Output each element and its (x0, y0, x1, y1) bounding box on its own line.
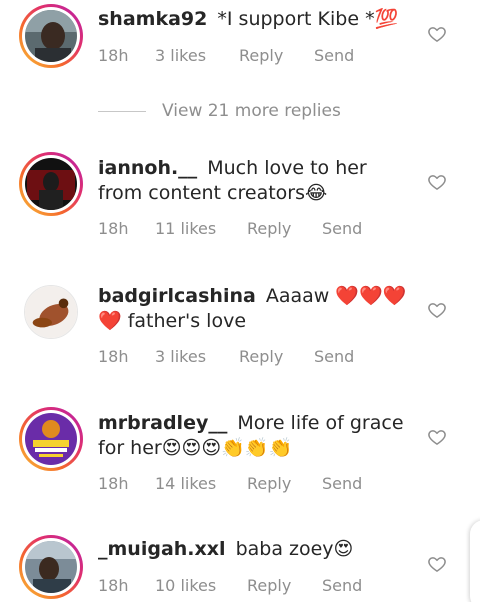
send-button[interactable]: Send (322, 473, 362, 495)
reply-button[interactable]: Reply (247, 218, 322, 240)
heart-outline-icon[interactable] (427, 24, 447, 44)
comment-username[interactable]: badgirlcashina (98, 285, 256, 307)
avatar[interactable] (19, 4, 83, 68)
comment-text: _muigah.xxl baba zoey😍 (98, 537, 408, 562)
comment-likes[interactable]: 3 likes (155, 346, 239, 368)
avatar[interactable] (19, 407, 83, 471)
comment-username[interactable]: shamka92 (98, 8, 207, 30)
divider-line (98, 110, 146, 112)
heart-outline-icon[interactable] (427, 427, 447, 447)
comment-meta: 18h 3 likes Reply Send (98, 346, 354, 368)
comment-item: iannoh.__ Much love to her from content … (0, 150, 480, 250)
avatar[interactable] (19, 535, 83, 599)
comment-item: mrbradley__ More life of grace for her😍😍… (0, 406, 480, 506)
comment-username[interactable]: _muigah.xxl (98, 538, 226, 560)
avatar[interactable] (19, 152, 83, 216)
comment-text: mrbradley__ More life of grace for her😍😍… (98, 411, 408, 461)
comment-text: iannoh.__ Much love to her from content … (98, 156, 408, 206)
heart-outline-icon[interactable] (427, 300, 447, 320)
comment-time: 18h (98, 219, 129, 238)
comment-time: 18h (98, 46, 129, 65)
comment-username[interactable]: mrbradley__ (98, 412, 227, 434)
comment-text: shamka92 *I support Kibe *💯 (98, 7, 408, 32)
send-button[interactable]: Send (314, 346, 354, 368)
reply-button[interactable]: Reply (247, 473, 322, 495)
comment-meta: 18h 11 likes Reply Send (98, 218, 362, 240)
comment-item: _muigah.xxl baba zoey😍 18h 10 likes Reply S… (0, 533, 480, 602)
reply-button[interactable]: Reply (239, 45, 314, 67)
reply-button[interactable]: Reply (247, 575, 322, 597)
comment-body: baba zoey😍 (235, 538, 354, 560)
view-more-replies-label: View 21 more replies (162, 101, 341, 121)
edge-panel (470, 520, 480, 602)
comment-likes[interactable]: 3 likes (155, 45, 239, 67)
comment-text: badgirlcashina Aaaaw ❤️❤️❤️❤️ father's l… (98, 284, 408, 334)
comment-time: 18h (98, 347, 129, 366)
comment-likes[interactable]: 11 likes (155, 218, 247, 240)
send-button[interactable]: Send (322, 218, 362, 240)
comment-time: 18h (98, 474, 129, 493)
send-button[interactable]: Send (322, 575, 362, 597)
comment-body: *I support Kibe *💯 (217, 8, 399, 30)
comment-likes[interactable]: 14 likes (155, 473, 247, 495)
heart-outline-icon[interactable] (427, 554, 447, 574)
comment-username[interactable]: iannoh.__ (98, 157, 197, 179)
heart-outline-icon[interactable] (427, 172, 447, 192)
send-button[interactable]: Send (314, 45, 354, 67)
comment-time: 18h (98, 576, 129, 595)
comment-meta: 18h 10 likes Reply Send (98, 575, 362, 597)
comment-item: badgirlcashina Aaaaw ❤️❤️❤️❤️ father's l… (0, 278, 480, 378)
comment-likes[interactable]: 10 likes (155, 575, 247, 597)
comment-meta: 18h 3 likes Reply Send (98, 45, 354, 67)
comment-item: shamka92 *I support Kibe *💯 18h 3 likes Re… (0, 0, 480, 80)
avatar[interactable] (19, 280, 83, 344)
comment-meta: 18h 14 likes Reply Send (98, 473, 362, 495)
view-more-replies-button[interactable]: View 21 more replies (98, 98, 341, 124)
reply-button[interactable]: Reply (239, 346, 314, 368)
